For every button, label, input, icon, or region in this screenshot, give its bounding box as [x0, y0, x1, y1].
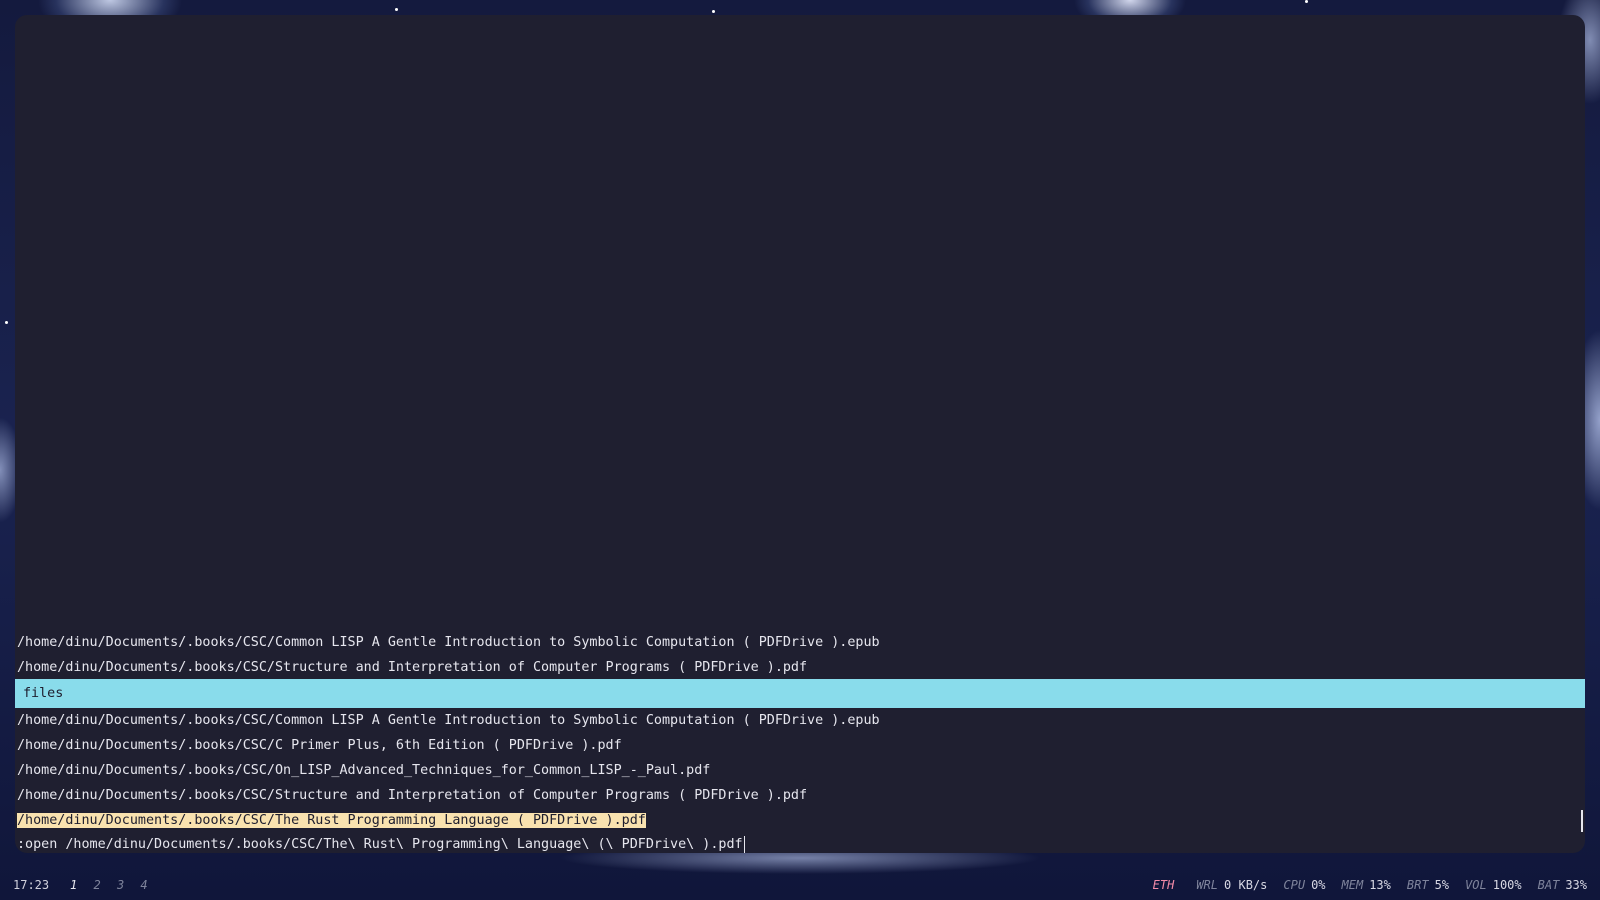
brt-value: 5% — [1434, 878, 1450, 892]
text-cursor — [743, 835, 745, 853]
mem-value: 13% — [1369, 878, 1391, 892]
vol-label: VOL — [1465, 878, 1487, 892]
section-title: files — [23, 686, 64, 701]
wallpaper-star — [5, 321, 8, 324]
wrl-label: WRL — [1196, 878, 1219, 892]
scroll-indicator — [1581, 810, 1583, 832]
vol-value: 100% — [1492, 878, 1522, 892]
output-line: /home/dinu/Documents/.books/CSC/Structur… — [17, 660, 808, 675]
workspace-2[interactable]: 2 — [93, 871, 100, 900]
status-bar: 17:23 1 2 3 4 ETH WRL 0 KB/s CPU 0% MEM 13% BRT… — [0, 871, 1600, 900]
output-line: /home/dinu/Documents/.books/CSC/Common L… — [17, 635, 880, 650]
clock: 17:23 — [13, 878, 50, 892]
completion-item-selected[interactable]: /home/dinu/Documents/.books/CSC/The Rust… — [17, 809, 646, 833]
mem-label: MEM — [1341, 878, 1364, 892]
bat-value: 33% — [1565, 878, 1587, 892]
workspace-list: 1 2 3 4 — [70, 871, 157, 900]
completion-item[interactable]: /home/dinu/Documents/.books/CSC/Common L… — [17, 709, 880, 733]
selected-item-text: /home/dinu/Documents/.books/CSC/The Rust… — [17, 813, 646, 828]
eth-label: ETH — [1152, 878, 1175, 892]
cpu-label: CPU — [1283, 878, 1306, 892]
workspace-4[interactable]: 4 — [140, 871, 147, 900]
wallpaper-star — [712, 10, 715, 13]
workspace-3[interactable]: 3 — [117, 871, 124, 900]
brt-label: BRT — [1406, 878, 1429, 892]
wrl-value: 0 KB/s — [1224, 878, 1268, 892]
workspace-1[interactable]: 1 — [70, 871, 77, 900]
terminal-window[interactable]: /home/dinu/Documents/.books/CSC/Common L… — [15, 15, 1585, 853]
command-line[interactable]: :open /home/dinu/Documents/.books/CSC/Th… — [17, 833, 745, 853]
completion-item[interactable]: /home/dinu/Documents/.books/CSC/Structur… — [17, 784, 807, 808]
cpu-value: 0% — [1311, 878, 1326, 892]
completion-item[interactable]: /home/dinu/Documents/.books/CSC/C Primer… — [17, 734, 622, 758]
wallpaper-star — [1305, 0, 1308, 3]
system-stats: ETH WRL 0 KB/s CPU 0% MEM 13% BRT 5% VOL 100% BAT 33… — [1137, 871, 1587, 900]
command-input[interactable]: :open /home/dinu/Documents/.books/CSC/Th… — [17, 837, 743, 852]
wallpaper-star — [395, 8, 398, 11]
bat-label: BAT — [1537, 878, 1560, 892]
completion-item[interactable]: /home/dinu/Documents/.books/CSC/On_LISP_… — [17, 759, 710, 783]
completion-section-header: files — [15, 679, 1585, 708]
